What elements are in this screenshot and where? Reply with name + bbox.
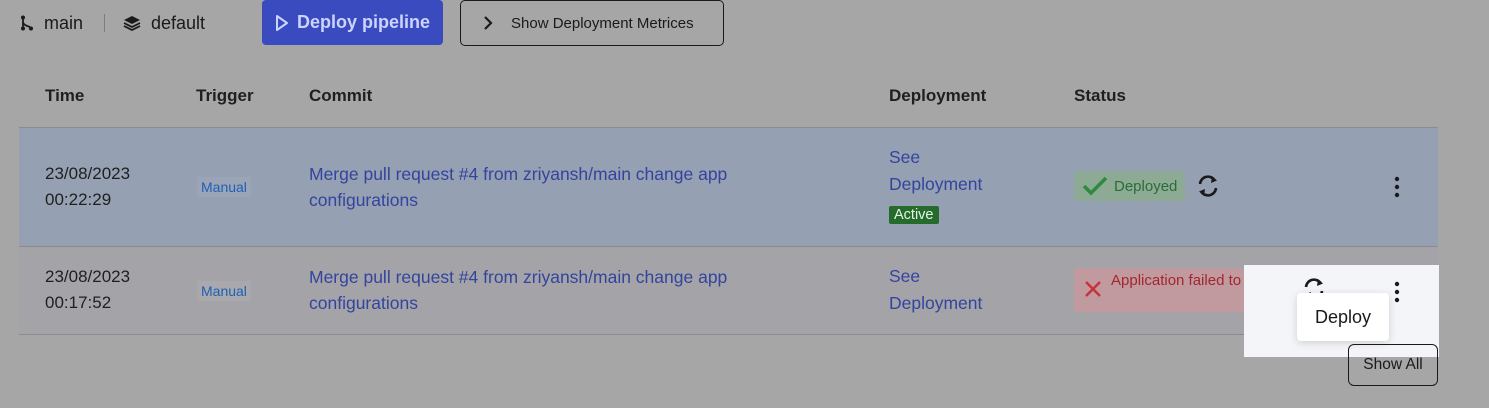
see-deployment-link[interactable]: See Deployment <box>889 263 982 317</box>
header-deployment: Deployment <box>889 86 987 105</box>
divider <box>104 14 105 32</box>
table-row: 23/08/2023 00:17:52 Manual Merge pull re… <box>19 247 1438 335</box>
see-deployment-line2: Deployment <box>889 293 983 313</box>
environment-name: default <box>151 12 206 33</box>
commit-link[interactable]: Merge pull request #4 from zriyansh/main… <box>309 161 779 213</box>
deploy-pipeline-label: Deploy pipeline <box>296 12 431 32</box>
row-date: 23/08/2023 <box>45 267 131 286</box>
row-clock: 00:22:29 <box>45 190 112 209</box>
show-metrics-button[interactable]: Show Deployment Metrices <box>460 0 724 46</box>
status-badge: Deployed <box>1074 171 1186 201</box>
deploy-pipeline-button[interactable]: Deploy pipeline <box>262 0 443 45</box>
see-deployment-line1: See <box>889 147 921 167</box>
header-commit: Commit <box>309 86 373 105</box>
x-icon <box>1085 281 1101 297</box>
trigger-badge: Manual <box>197 177 251 197</box>
layers-icon <box>123 16 141 31</box>
row-time: 23/08/2023 00:22:29 <box>45 161 130 213</box>
kebab-menu-icon[interactable] <box>1390 281 1404 303</box>
header-status: Status <box>1074 86 1126 105</box>
status-text: Deployed <box>1114 177 1178 195</box>
table-row: 23/08/2023 00:22:29 Manual Merge pull re… <box>19 128 1438 247</box>
trigger-badge: Manual <box>197 281 251 301</box>
show-all-button[interactable]: Show All <box>1348 344 1438 386</box>
git-branch-icon <box>21 15 33 31</box>
row-clock: 00:17:52 <box>45 293 112 312</box>
deploy-tooltip: Deploy <box>1297 293 1389 341</box>
see-deployment-link[interactable]: See Deployment <box>889 144 982 198</box>
header-time: Time <box>45 86 85 105</box>
toolbar: main default Deploy pipeline Show Deploy… <box>0 0 1489 48</box>
row-time: 23/08/2023 00:17:52 <box>45 264 130 316</box>
header-trigger: Trigger <box>196 86 254 105</box>
table-header: Time Trigger Commit Deployment Status <box>19 70 1438 128</box>
see-deployment-line2: Deployment <box>889 174 983 194</box>
row-date: 23/08/2023 <box>45 164 131 183</box>
check-icon <box>1082 176 1108 196</box>
refresh-icon[interactable] <box>1196 174 1220 198</box>
environment-selector[interactable]: default <box>123 10 205 36</box>
branch-selector[interactable]: main <box>20 10 83 36</box>
chevron-right-icon <box>484 16 493 30</box>
commit-link[interactable]: Merge pull request #4 from zriyansh/main… <box>309 264 779 316</box>
play-outline-icon <box>275 14 288 31</box>
kebab-menu-icon[interactable] <box>1390 176 1404 198</box>
see-deployment-line1: See <box>889 266 921 286</box>
show-metrics-label: Show Deployment Metrices <box>511 14 694 32</box>
branch-name: main <box>44 12 84 33</box>
active-badge: Active <box>889 206 939 224</box>
